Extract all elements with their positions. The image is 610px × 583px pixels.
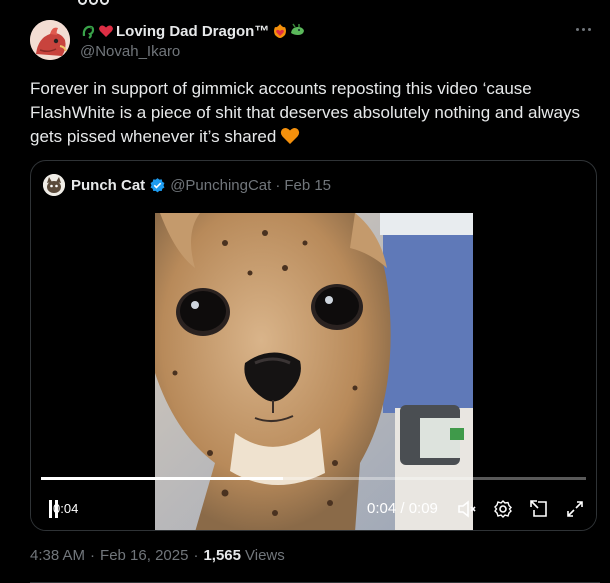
quoted-date[interactable]: Feb 15 xyxy=(284,177,331,194)
separator-dot: · xyxy=(275,176,281,194)
tweet-body: Forever in support of gimmick accounts r… xyxy=(30,79,580,146)
video-frame[interactable] xyxy=(155,213,473,530)
quoted-tweet-header: Punch Cat @PunchingCat · Feb 15 xyxy=(43,174,331,196)
tweet-meta: 4:38 AM · Feb 16, 2025 · 1,565 Views xyxy=(30,547,285,564)
previous-tweet-fragment xyxy=(78,0,138,6)
dragon-emoji-icon xyxy=(80,23,97,40)
tweet-date[interactable]: Feb 16, 2025 xyxy=(100,547,188,564)
video-progress-fill xyxy=(41,477,283,480)
volume-muted-icon[interactable] xyxy=(456,498,478,520)
orange-heart-icon xyxy=(280,126,300,152)
pip-icon[interactable] xyxy=(528,498,550,520)
current-time-label: 0:04 xyxy=(53,501,79,516)
video-controls: 0:04 0:04 / 0:09 xyxy=(31,496,596,522)
separator-dot: · xyxy=(193,547,199,564)
more-dots-icon[interactable] xyxy=(576,22,598,36)
time-display: 0:04 / 0:09 xyxy=(367,500,438,517)
quoted-handle[interactable]: @PunchingCat xyxy=(170,177,271,194)
display-name[interactable]: Loving Dad Dragon™ xyxy=(116,23,269,40)
quoted-tweet[interactable]: Punch Cat @PunchingCat · Feb 15 0:04 0:0… xyxy=(30,160,597,531)
author-handle[interactable]: @Novah_Ikaro xyxy=(80,43,580,60)
heart-on-fire-icon xyxy=(271,23,288,40)
views-count: 1,565 xyxy=(203,547,241,564)
tweet-header: Loving Dad Dragon™ @Novah_Ikaro xyxy=(80,20,580,60)
quoted-display-name[interactable]: Punch Cat xyxy=(71,177,145,194)
red-heart-icon xyxy=(97,23,114,40)
separator-dot: · xyxy=(90,547,96,564)
avatar[interactable] xyxy=(30,20,70,60)
fullscreen-icon[interactable] xyxy=(564,498,586,520)
verified-badge-icon xyxy=(149,177,166,194)
tweet[interactable]: Loving Dad Dragon™ @Novah_Ikaro Forever … xyxy=(0,0,610,583)
quoted-avatar[interactable] xyxy=(43,174,65,196)
video-player[interactable]: 0:04 0:04 / 0:09 xyxy=(31,213,596,530)
dragon-face-icon xyxy=(288,23,305,40)
gear-icon[interactable] xyxy=(492,498,514,520)
tweet-time[interactable]: 4:38 AM xyxy=(30,547,85,564)
tweet-text: Forever in support of gimmick accounts r… xyxy=(30,77,600,152)
views-label: Views xyxy=(245,547,285,564)
video-progress-bar[interactable] xyxy=(41,477,586,480)
